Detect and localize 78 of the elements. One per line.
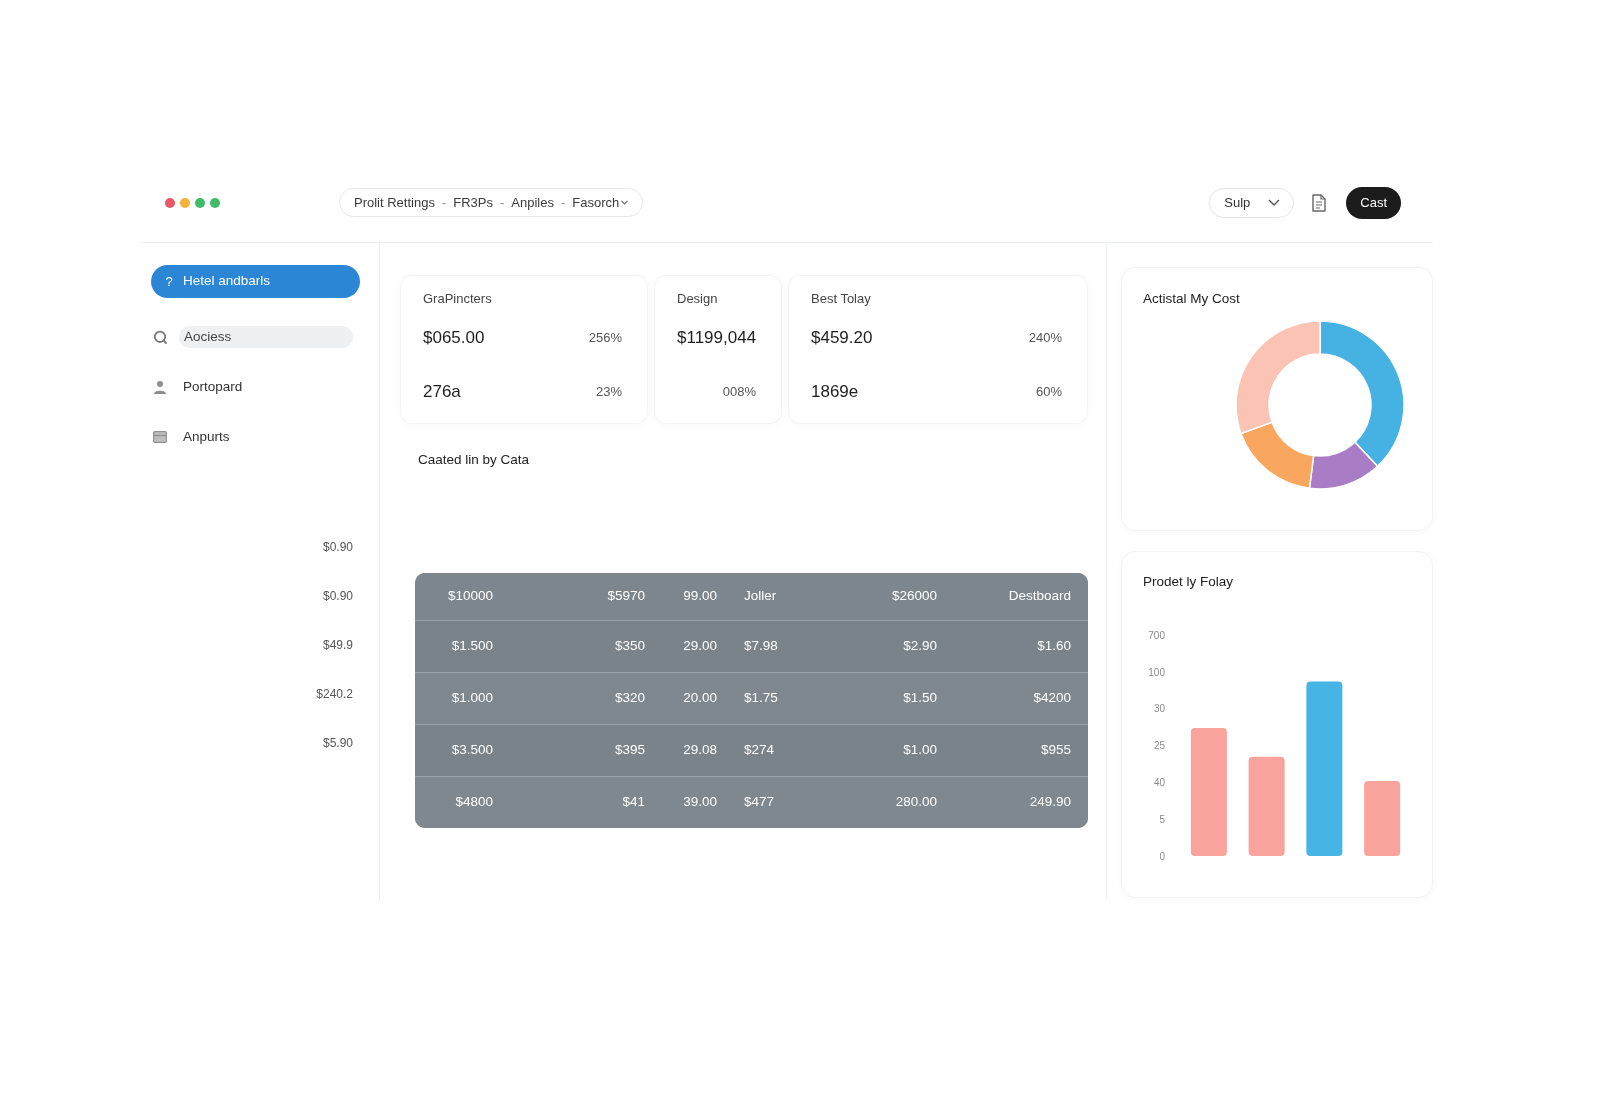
table-cell-text: $477 xyxy=(743,793,776,812)
search-field[interactable]: Aociess xyxy=(179,326,353,348)
axis-label: 700 xyxy=(1148,629,1165,641)
table-cell-text: 20.00 xyxy=(682,689,717,708)
nav-link[interactable]: Portopard xyxy=(151,375,360,399)
change-percent: 60% xyxy=(1035,383,1062,402)
table-cell-text: $1.50 xyxy=(902,689,937,708)
breadcrumb-link[interactable]: Fasorch xyxy=(572,192,620,213)
amount-text: $0.90 xyxy=(322,588,353,604)
table-cell-text: $274 xyxy=(743,741,776,760)
stat-value: $459.20 xyxy=(811,327,873,350)
question-mark-icon: ? xyxy=(164,271,174,292)
column-header: Joller xyxy=(743,587,778,606)
card-title: Actistal My Cost xyxy=(1143,291,1240,307)
table-cell-text: 39.00 xyxy=(682,793,717,812)
amount-text: $240.2 xyxy=(316,686,353,702)
table-cell-text: $395 xyxy=(613,741,645,760)
amount-text: $0.90 xyxy=(322,539,353,555)
breadcrumb-separator: - xyxy=(561,193,566,212)
chevron-down-icon xyxy=(1268,199,1281,206)
axis-label: 5 xyxy=(1159,813,1165,825)
axis-label: 25 xyxy=(1153,740,1165,752)
table-cell-text: $4800 xyxy=(454,793,493,812)
card-label: GraPincters xyxy=(423,291,492,307)
breadcrumb-separator: - xyxy=(500,193,505,212)
table-cell-text: $1.00 xyxy=(902,741,937,760)
card-icon xyxy=(153,431,167,443)
section-title: Caated lin by Cata xyxy=(418,452,530,468)
axis-label: 100 xyxy=(1148,666,1165,678)
breadcrumb-link[interactable]: Anpiles xyxy=(511,192,554,213)
amount-text: $5.90 xyxy=(322,735,353,751)
stat-value: 1869e xyxy=(811,381,859,404)
table-cell-text: $4200 xyxy=(1032,689,1071,708)
table-cell-text: 249.90 xyxy=(1028,793,1071,812)
breadcrumb-link[interactable]: Prolit Rettings xyxy=(354,192,435,213)
table-cell-text: $350 xyxy=(613,637,645,656)
stat-value: 276a xyxy=(423,381,461,404)
amount-text: $49.9 xyxy=(322,637,353,653)
table-cell-text: $955 xyxy=(1039,741,1071,760)
table-cell-text: $320 xyxy=(613,689,645,708)
search-icon xyxy=(153,330,167,344)
table-cell-text: $1.000 xyxy=(450,689,493,708)
stat-value: $065.00 xyxy=(423,327,485,350)
column-header: Destboard xyxy=(1007,587,1071,606)
table-cell-text: $41 xyxy=(621,793,645,812)
change-percent: 008% xyxy=(722,383,756,402)
table-cell-text: $1.60 xyxy=(1036,637,1071,656)
axis-label: 40 xyxy=(1153,776,1165,788)
change-percent: 240% xyxy=(1028,329,1062,348)
breadcrumb-link[interactable]: FR3Ps xyxy=(453,192,493,213)
table-cell-text: $3.500 xyxy=(450,741,493,760)
column-header: $26000 xyxy=(890,587,937,606)
document-icon[interactable] xyxy=(1311,193,1328,212)
table-cell-text: $1.75 xyxy=(743,689,779,708)
table-cell-text: 29.08 xyxy=(682,741,717,760)
column-header: 99.00 xyxy=(682,587,717,606)
nav-link[interactable]: Anpurts xyxy=(151,425,360,449)
change-percent: 23% xyxy=(595,383,622,402)
table-cell-text: 280.00 xyxy=(894,793,937,812)
card-label: Best Tolay xyxy=(811,291,871,307)
axis-label: 0 xyxy=(1159,850,1165,862)
column-header: $10000 xyxy=(446,587,493,606)
stat-value: $1199,044 xyxy=(677,327,757,350)
change-percent: 256% xyxy=(588,329,622,348)
chevron-down-icon xyxy=(621,200,629,205)
card-title: Prodet ly Folay xyxy=(1143,574,1234,590)
dropdown-button[interactable]: Sulp xyxy=(1209,187,1295,218)
table-cell-text: $2.90 xyxy=(902,637,937,656)
nav-button[interactable]: ? Hetel andbarls xyxy=(151,265,360,298)
card-label: Design xyxy=(677,291,718,307)
axis-label: 30 xyxy=(1153,703,1165,715)
table-cell-text: $1.500 xyxy=(450,637,493,656)
table-cell-text: 29.00 xyxy=(682,637,717,656)
breadcrumb-separator: - xyxy=(441,193,447,212)
cast-button[interactable]: Cast xyxy=(1346,186,1401,219)
person-icon xyxy=(153,380,167,394)
table-cell-text: $7.98 xyxy=(743,637,779,656)
column-header: $5970 xyxy=(606,587,645,606)
